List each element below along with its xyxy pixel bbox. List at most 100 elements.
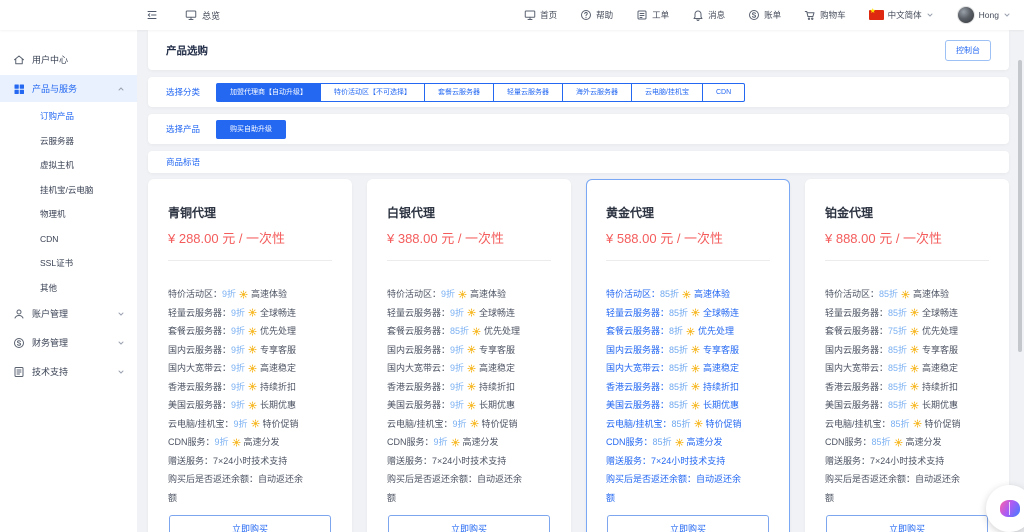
topbar-item-ticket[interactable]: 工单 xyxy=(636,9,669,21)
sidebar-subitem-ssl-cert[interactable]: SSL证书 xyxy=(0,251,137,276)
buy-now-button[interactable]: 立即购买 xyxy=(169,515,331,532)
category-tab-1[interactable]: 特价活动区【不可选择】 xyxy=(320,82,426,102)
product-tabs: 购买自助升级 xyxy=(216,119,287,139)
sidebar-item-user-center[interactable]: 用户中心 xyxy=(0,46,137,73)
feature-discount: 85折 xyxy=(669,381,689,392)
sun-icon xyxy=(467,382,476,391)
user-name: Hong xyxy=(978,10,999,20)
console-button[interactable]: 控制台 xyxy=(945,39,991,61)
sidebar-subitem-other[interactable]: 其他 xyxy=(0,276,137,301)
feature-line: 轻量云服务器：85折 全球畅连 xyxy=(606,304,747,323)
feature-label: 美国云服务器： xyxy=(168,400,232,410)
category-tab-3[interactable]: 轻量云服务器 xyxy=(493,82,564,102)
feature-discount: 85折 xyxy=(669,363,689,373)
topbar-item-bill[interactable]: 账单 xyxy=(748,9,781,21)
feature-discount: 85折 xyxy=(669,344,689,355)
feature-label: 赠送服务：7×24小时技术支持 xyxy=(168,455,288,466)
feature-label: 香港云服务器： xyxy=(825,381,889,392)
feature-tagline: 优先处理 xyxy=(260,326,297,336)
sidebar-subitem-virtual-host[interactable]: 虚拟主机 xyxy=(0,153,137,178)
feature-tagline: 优先处理 xyxy=(698,326,735,336)
topbar-item-help[interactable]: 帮助 xyxy=(580,9,613,21)
feature-label: 套餐云服务器： xyxy=(825,326,889,336)
scrollbar[interactable] xyxy=(1018,60,1022,352)
category-tabs: 加盟代理商【自动升级】 特价活动区【不可选择】 套餐云服务器 轻量云服务器 海外云服务器… xyxy=(216,82,746,102)
monitor-icon xyxy=(524,9,536,21)
feature-tagline: 高速稳定 xyxy=(922,363,959,373)
buy-now-button[interactable]: 立即购买 xyxy=(826,515,988,532)
feature-tagline: 长期优惠 xyxy=(703,400,740,410)
feature-line: 购买后是否返还余额：自动返还余额 xyxy=(606,470,747,507)
product-tab-0[interactable]: 购买自助升级 xyxy=(216,119,287,139)
sun-icon xyxy=(893,437,903,447)
sidebar-subitem-cloud-server[interactable]: 云服务器 xyxy=(0,129,137,154)
feature-line: CDN服务：85折 高速分发 xyxy=(606,433,747,452)
user-menu[interactable]: Hong xyxy=(956,6,1011,24)
sidebar-item-support[interactable]: 技术支持 xyxy=(0,358,137,385)
feature-line: 国内云服务器：85折 专享客服 xyxy=(606,341,747,360)
sidebar-item-account[interactable]: 账户管理 xyxy=(0,300,137,327)
sun-icon xyxy=(693,419,703,428)
help-icon xyxy=(580,9,592,21)
plan-features: 特价活动区：85折 高速体验 轻量云服务器：85折 全球畅连 套餐云服务器：75折 优先处… xyxy=(825,285,966,507)
sidebar-subitem-vps-cloudpc[interactable]: 挂机宝/云电脑 xyxy=(0,178,137,203)
feature-tagline: 长期优惠 xyxy=(479,400,516,410)
feature-label: 轻量云服务器： xyxy=(387,307,451,318)
feature-label: 特价活动区： xyxy=(606,289,661,299)
category-tab-0[interactable]: 加盟代理商【自动升级】 xyxy=(216,82,322,102)
sun-icon xyxy=(248,400,257,410)
sidebar-collapse-icon[interactable] xyxy=(146,9,158,21)
feature-line: 美国云服务器：9折 长期优惠 xyxy=(168,396,309,415)
feature-line: 特价活动区：9折 高速体验 xyxy=(387,285,528,304)
feature-line: 国内云服务器：9折 专享客服 xyxy=(168,341,309,360)
plan-features: 特价活动区：85折 高速体验 轻量云服务器：85折 全球畅连 套餐云服务器：8折 优先处理… xyxy=(606,285,747,507)
feature-line: 轻量云服务器：85折 全球畅连 xyxy=(825,304,966,323)
sidebar-item-label: 产品与服务 xyxy=(32,84,78,94)
user-icon xyxy=(13,308,25,320)
sidebar-subitem-order-product[interactable]: 订购产品 xyxy=(0,104,137,129)
feature-discount: 85折 xyxy=(888,400,908,410)
sidebar-subitem-physical-server[interactable]: 物理机 xyxy=(0,202,137,227)
sun-icon xyxy=(467,308,476,317)
feature-discount: 9折 xyxy=(231,363,246,373)
category-tab-4[interactable]: 海外云服务器 xyxy=(562,82,633,102)
feature-tagline: 全球畅连 xyxy=(260,307,297,318)
topbar-item-message[interactable]: 消息 xyxy=(692,9,725,21)
sidebar-item-finance[interactable]: 财务管理 xyxy=(0,329,137,356)
product-card-3[interactable]: 黄金代理 ¥ 588.00 元 / 一次性 特价活动区：85折 高速体验 轻量云服务器：… xyxy=(586,179,790,532)
sidebar-subitem-label: 物理机 xyxy=(40,209,66,219)
feature-label: 特价活动区： xyxy=(825,289,880,299)
category-tab-5[interactable]: 云电脑/挂机宝 xyxy=(631,82,703,102)
buy-now-button[interactable]: 立即购买 xyxy=(607,515,769,532)
language-selector[interactable]: 中文简体 xyxy=(868,7,934,21)
feature-discount: 8折 xyxy=(669,326,684,336)
topbar-item-label: 消息 xyxy=(708,10,726,20)
sidebar-subitem-label: 订购产品 xyxy=(40,111,75,121)
feature-line: 美国云服务器：9折 长期优惠 xyxy=(387,396,528,415)
product-card-1[interactable]: 青铜代理 ¥ 288.00 元 / 一次性 特价活动区：9折 高速体验 轻量云服务器：9… xyxy=(148,179,352,532)
sidebar-subitem-label: 云服务器 xyxy=(40,135,75,146)
sidebar-item-products-services[interactable]: 产品与服务 xyxy=(0,75,137,102)
category-tab-2[interactable]: 套餐云服务器 xyxy=(424,82,495,102)
sun-icon xyxy=(450,437,460,447)
category-tab-6[interactable]: CDN xyxy=(701,82,746,102)
feature-discount: 85折 xyxy=(669,400,689,410)
feature-line: 购买后是否返还余额：自动返还余额 xyxy=(168,470,309,507)
product-card-2[interactable]: 白银代理 ¥ 388.00 元 / 一次性 特价活动区：9折 高速体验 轻量云服务器：9… xyxy=(367,179,571,532)
topbar-item-home[interactable]: 首页 xyxy=(524,9,557,21)
product-card-4[interactable]: 铂金代理 ¥ 888.00 元 / 一次性 特价活动区：85折 高速体验 轻量云服务器：… xyxy=(805,179,1009,532)
feature-label: 国内大宽带云： xyxy=(825,363,889,373)
sun-icon xyxy=(691,345,700,354)
plan-name: 白银代理 xyxy=(387,206,436,220)
sidebar-subitem-label: 挂机宝/云电脑 xyxy=(40,184,94,195)
slogan-label: 商品标语 xyxy=(166,157,201,167)
buy-now-button[interactable]: 立即购买 xyxy=(388,515,550,532)
feature-tagline: 持续折扣 xyxy=(479,381,516,392)
topbar-item-cart[interactable]: 购物车 xyxy=(804,9,846,21)
sidebar-subitem-cdn[interactable]: CDN xyxy=(0,227,137,252)
plan-name: 青铜代理 xyxy=(168,206,217,220)
feature-label: 云电脑/挂机宝： xyxy=(606,418,672,429)
tab-overview[interactable]: 总览 xyxy=(185,9,220,22)
plan-price: ¥ 288.00 元 / 一次性 xyxy=(168,228,332,261)
feature-tagline: 高速分发 xyxy=(905,437,942,447)
